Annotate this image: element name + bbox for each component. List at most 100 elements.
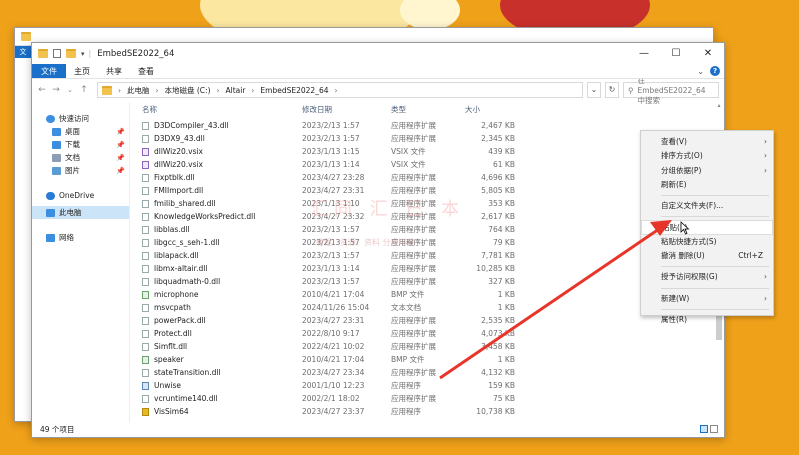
help-icon[interactable]: ? [710, 66, 720, 76]
scroll-up-icon[interactable]: ▴ [716, 102, 722, 109]
table-row[interactable]: libblas.dll 2023/2/13 1:57 应用程序扩展 764 KB [130, 223, 724, 236]
forward-arrow-icon[interactable]: → [51, 85, 61, 95]
context-menu-item[interactable]: 授予访问权限(G) › [641, 270, 773, 284]
file-name: Unwise [154, 381, 181, 390]
nav-item-documents[interactable]: 文档 📌 [32, 151, 129, 164]
breadcrumb-altair[interactable]: Altair [226, 86, 246, 95]
menu-separator [661, 216, 769, 218]
table-row[interactable]: VisSim64 2023/4/27 23:37 应用程序 10,738 KB [130, 405, 724, 418]
nav-item-onedrive[interactable]: OneDrive [32, 189, 129, 202]
context-menu-item[interactable]: 排序方式(O) › [641, 149, 773, 163]
bmp-file-icon [142, 290, 149, 299]
table-row[interactable]: Simflt.dll 2022/4/21 10:02 应用程序扩展 3,458 KB [130, 340, 724, 353]
table-row[interactable]: Unwise 2001/1/10 12:23 应用程序 159 KB [130, 379, 724, 392]
table-row[interactable]: KnowledgeWorksPredict.dll 2023/4/27 23:32… [130, 210, 724, 223]
context-menu-item[interactable]: 查看(V) › [641, 135, 773, 149]
context-menu-item[interactable]: 刷新(E) [641, 178, 773, 192]
context-menu-item[interactable]: 属性(R) [641, 313, 773, 327]
file-name-cell: Simflt.dll [142, 342, 302, 351]
table-row[interactable]: dllWiz20.vsix 2023/1/13 1:15 VSIX 文件 439 KB [130, 145, 724, 158]
file-name-cell: KnowledgeWorksPredict.dll [142, 212, 302, 221]
table-row[interactable]: microphone 2010/4/21 17:04 BMP 文件 1 KB [130, 288, 724, 301]
close-button[interactable]: ✕ [692, 43, 724, 64]
file-name: powerPack.dll [154, 316, 206, 325]
nav-item-network[interactable]: 网络 [32, 231, 129, 244]
table-row[interactable]: libgcc_s_seh-1.dll 2023/2/13 1:57 应用程序扩展 79… [130, 236, 724, 249]
table-row[interactable]: speaker 2010/4/21 17:04 BMP 文件 1 KB [130, 353, 724, 366]
nav-item-pictures[interactable]: 图片 📌 [32, 164, 129, 177]
up-arrow-icon[interactable]: ↑ [79, 85, 89, 95]
refresh-icon[interactable]: ↻ [605, 82, 619, 98]
address-bar[interactable]: › 此电脑 › 本地磁盘 (C:) › Altair › EmbedSE2022… [97, 82, 583, 98]
table-row[interactable]: Protect.dll 2022/8/10 9:17 应用程序扩展 4,073 KB [130, 327, 724, 340]
file-name-cell: libblas.dll [142, 225, 302, 234]
file-type: VSIX 文件 [391, 160, 426, 169]
file-name-cell: liblapack.dll [142, 251, 302, 260]
download-icon [52, 140, 61, 149]
new-folder-icon[interactable] [66, 49, 76, 58]
nav-item-downloads[interactable]: 下载 📌 [32, 138, 129, 151]
context-menu-item[interactable]: 撤消 删除(U) Ctrl+Z [641, 249, 773, 263]
column-header-name[interactable]: 名称 [142, 104, 302, 115]
column-header-size[interactable]: 大小 [465, 104, 515, 115]
dll-file-icon [142, 264, 149, 273]
context-menu-item[interactable]: 分组依据(P) › [641, 164, 773, 178]
menu-item-label: 新建(W) [661, 293, 690, 303]
nav-item-label: 图片 [65, 166, 80, 175]
file-type: 应用程序扩展 [391, 225, 436, 234]
table-row[interactable]: msvcpath 2024/11/26 15:04 文本文档 1 KB [130, 301, 724, 314]
large-icons-view-icon[interactable] [710, 425, 718, 433]
pin-icon: 📌 [116, 166, 125, 175]
background-file-tab[interactable]: 文 [15, 46, 31, 58]
expand-ribbon-icon[interactable]: ⌄ [697, 67, 704, 76]
nav-item-quick-access[interactable]: 快速访问 [32, 112, 129, 125]
breadcrumb-embedse[interactable]: EmbedSE2022_64 [260, 86, 328, 95]
table-row[interactable]: D3DCompiler_43.dll 2023/2/13 1:57 应用程序扩展 2,… [130, 119, 724, 132]
properties-icon[interactable] [53, 49, 61, 58]
breadcrumb-this-pc[interactable]: 此电脑 [127, 85, 150, 96]
menu-item-label: 查看(V) [661, 137, 687, 146]
titlebar[interactable]: ▾ | EmbedSE2022_64 — ☐ ✕ [32, 43, 724, 64]
nav-item-desktop[interactable]: 桌面 📌 [32, 125, 129, 138]
file-date: 2023/2/13 1:57 [302, 238, 360, 247]
context-menu-item[interactable]: 粘贴(P) [641, 220, 773, 235]
search-input[interactable]: ⚲ 在 EmbedSE2022_64 中搜索 [623, 76, 719, 105]
breadcrumb-local-disk[interactable]: 本地磁盘 (C:) [165, 85, 211, 96]
table-row[interactable]: powerPack.dll 2023/4/27 23:31 应用程序扩展 2,535 … [130, 314, 724, 327]
address-dropdown-icon[interactable]: ⌄ [587, 82, 601, 98]
table-row[interactable]: fmilib_shared.dll 2023/1/13 1:10 应用程序扩展 353… [130, 197, 724, 210]
file-name-cell: speaker [142, 355, 302, 364]
table-row[interactable]: stateTransition.dll 2023/4/27 23:34 应用程序扩展… [130, 366, 724, 379]
column-header-type[interactable]: 类型 [391, 104, 465, 115]
context-menu-item[interactable]: 自定义文件夹(F)... [641, 199, 773, 213]
back-arrow-icon[interactable]: ← [37, 85, 47, 95]
tab-share[interactable]: 共享 [98, 64, 130, 78]
recent-locations-icon[interactable]: ⌄ [65, 86, 75, 94]
file-name: Fixptblk.dll [154, 173, 195, 182]
nav-item-label: 文档 [65, 153, 80, 162]
file-size: 10,738 KB [476, 407, 515, 416]
desktop-icon [52, 127, 61, 136]
details-view-icon[interactable] [700, 425, 708, 433]
column-header-date[interactable]: 修改日期 [302, 104, 391, 115]
tab-file[interactable]: 文件 [32, 64, 66, 78]
table-row[interactable]: liblapack.dll 2023/2/13 1:57 应用程序扩展 7,781 K… [130, 249, 724, 262]
table-row[interactable]: vcruntime140.dll 2002/2/1 18:02 应用程序扩展 75 K… [130, 392, 724, 405]
tab-home[interactable]: 主页 [66, 64, 98, 78]
maximize-button[interactable]: ☐ [660, 43, 692, 64]
table-row[interactable]: libquadmath-0.dll 2023/2/13 1:57 应用程序扩展 327… [130, 275, 724, 288]
file-name: D3DCompiler_43.dll [154, 121, 229, 130]
context-menu-item[interactable]: 粘贴快捷方式(S) [641, 235, 773, 249]
quick-access-dropdown-icon[interactable]: ▾ [81, 50, 85, 58]
table-row[interactable]: D3DX9_43.dll 2023/2/13 1:57 应用程序扩展 2,345 KB [130, 132, 724, 145]
table-row[interactable]: libmx-altair.dll 2023/1/13 1:14 应用程序扩展 10,2… [130, 262, 724, 275]
table-row[interactable]: dllWiz20.vsix 2023/1/13 1:14 VSIX 文件 61 KB [130, 158, 724, 171]
table-row[interactable]: FMIImport.dll 2023/4/27 23:31 应用程序扩展 5,805 … [130, 184, 724, 197]
menu-separator [661, 308, 769, 310]
context-menu-item[interactable]: 新建(W) › [641, 292, 773, 306]
tab-view[interactable]: 查看 [130, 64, 162, 78]
nav-item-this-pc[interactable]: 此电脑 [32, 206, 129, 219]
minimize-button[interactable]: — [628, 43, 660, 64]
file-size: 1 KB [497, 303, 515, 312]
table-row[interactable]: Fixptblk.dll 2023/4/27 23:28 应用程序扩展 4,696 K… [130, 171, 724, 184]
